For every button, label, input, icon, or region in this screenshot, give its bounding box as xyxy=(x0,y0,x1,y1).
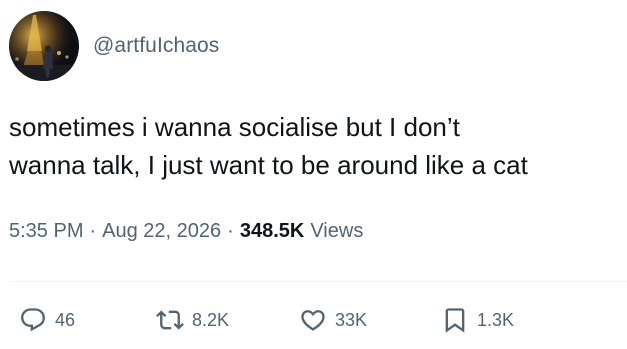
tweet-time[interactable]: 5:35 PM xyxy=(9,220,83,243)
bookmark-button[interactable]: 1.3K xyxy=(441,306,514,334)
like-count: 33K xyxy=(335,309,368,330)
avatar[interactable] xyxy=(9,11,79,81)
avatar-image xyxy=(9,11,79,81)
tweet-text: sometimes i wanna socialise but I don’t … xyxy=(9,112,528,180)
repost-count: 8.2K xyxy=(192,309,230,330)
repost-button[interactable]: 8.2K xyxy=(156,306,229,334)
views-label: Views xyxy=(310,220,364,242)
meta-separator: · xyxy=(89,220,97,242)
bookmark-icon xyxy=(445,308,465,333)
reply-icon xyxy=(21,308,45,332)
action-bar: 46 8.2K 33K 1.3K xyxy=(0,306,627,342)
heart-icon xyxy=(301,310,325,331)
tweet-metadata: 5:35 PM · Aug 22, 2026 · 348.5K Views xyxy=(9,220,363,243)
bookmark-count: 1.3K xyxy=(477,309,515,330)
tweet-header: @artfuIchaos xyxy=(9,11,219,81)
divider xyxy=(9,281,627,282)
tweet-date[interactable]: Aug 22, 2026 xyxy=(102,220,221,243)
like-button[interactable]: 33K xyxy=(299,306,367,334)
author-handle[interactable]: @artfuIchaos xyxy=(93,34,219,58)
meta-separator: · xyxy=(227,220,234,242)
reply-count: 46 xyxy=(55,309,76,330)
repost-icon xyxy=(156,310,184,330)
views-count: 348.5K xyxy=(239,220,305,242)
reply-button[interactable]: 46 xyxy=(19,306,75,334)
